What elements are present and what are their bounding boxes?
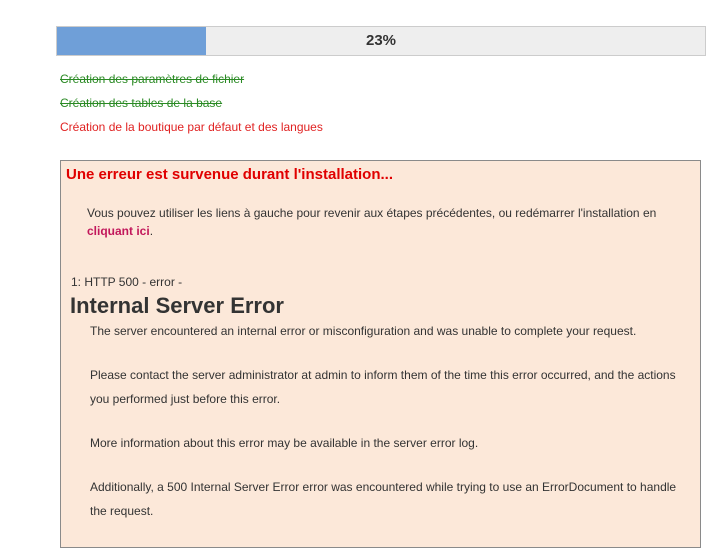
install-steps: Création des paramètres de fichier Créat… — [60, 70, 323, 142]
step-database-tables: Création des tables de la base — [60, 96, 223, 110]
server-error-message: The server encountered an internal error… — [90, 324, 637, 338]
progress-percent: 23% — [365, 32, 397, 49]
server-log-message: More information about this error may be… — [90, 436, 479, 450]
error-title: Une erreur est survenue durant l'install… — [66, 166, 393, 183]
retry-link[interactable]: cliquant ici — [87, 224, 150, 238]
error-panel: Une erreur est survenue durant l'install… — [60, 160, 701, 548]
http-status: 1: HTTP 500 - error - — [71, 275, 183, 289]
error-message: Vous pouvez utiliser les liens à gauche … — [87, 204, 687, 240]
error-message-text: Vous pouvez utiliser les liens à gauche … — [87, 206, 657, 220]
progress-bar: 23% — [56, 26, 706, 56]
step-default-shop-languages: Création de la boutique par défaut et de… — [60, 120, 323, 134]
step-file-parameters: Création des paramètres de fichier — [60, 72, 245, 86]
error-message-end: . — [149, 224, 154, 238]
server-contact-message: Please contact the server administrator … — [90, 368, 676, 406]
server-errordocument-message: Additionally, a 500 Internal Server Erro… — [90, 480, 677, 518]
server-error-title: Internal Server Error — [70, 293, 284, 318]
